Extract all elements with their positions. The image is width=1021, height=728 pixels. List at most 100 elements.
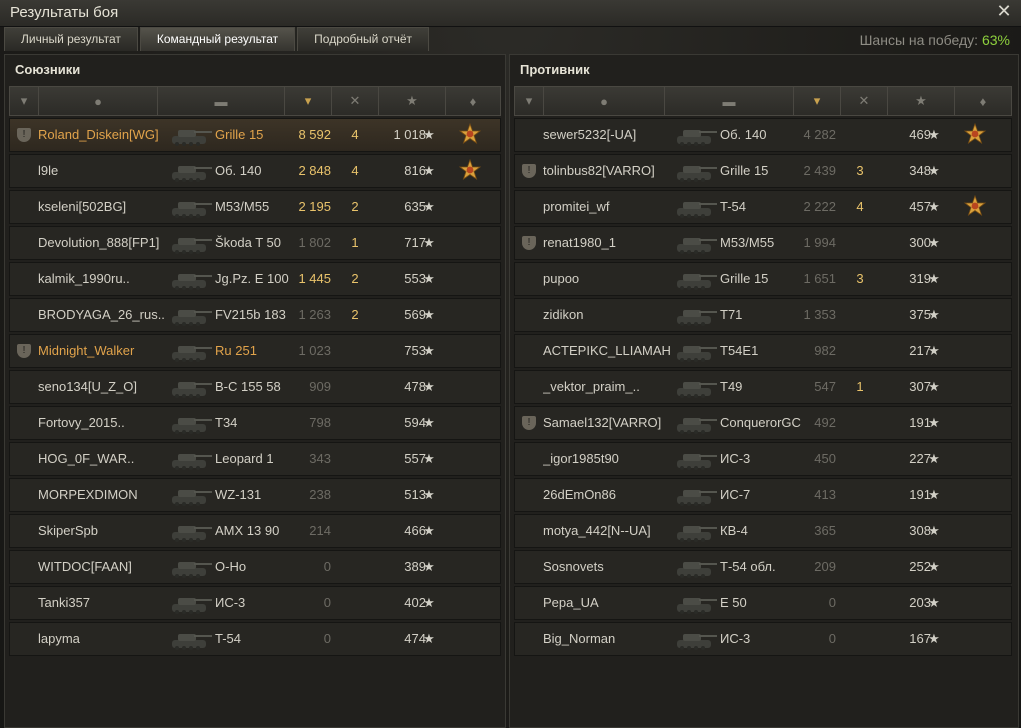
player-name[interactable]: seno134[U_Z_O] — [38, 371, 168, 403]
damage-value: 0 — [828, 631, 836, 646]
player-name[interactable]: MORPEXDIMON — [38, 479, 168, 511]
star-icon: ★ — [423, 235, 435, 250]
medal-icon[interactable] — [458, 122, 482, 147]
sort-squad-icon[interactable]: ▾ — [10, 87, 39, 115]
player-name[interactable]: pupoo — [543, 263, 673, 295]
player-row[interactable]: lapyma T-54 0 474 ★ — [9, 622, 501, 656]
xp-value: 217 — [909, 343, 931, 358]
player-row[interactable]: motya_442[N--UA] КВ-4 365 308 ★ — [514, 514, 1012, 548]
player-row[interactable]: zidikon T71 1 353 375 ★ — [514, 298, 1012, 332]
player-row[interactable]: Tanki357 ИС-3 0 402 ★ — [9, 586, 501, 620]
player-row[interactable]: sewer5232[-UA] Об. 140 4 282 469 ★ — [514, 118, 1012, 152]
sort-medals-icon[interactable]: ♦ — [446, 87, 500, 115]
player-row[interactable]: Fortovy_2015.. T34 798 594 ★ — [9, 406, 501, 440]
player-row[interactable]: pupoo Grille 15 1 651 3 319 ★ — [514, 262, 1012, 296]
player-row[interactable]: promitei_wf T-54 2 222 4 457 ★ — [514, 190, 1012, 224]
player-name[interactable]: Sosnovets — [543, 551, 673, 583]
player-name[interactable]: BRODYAGA_26_rus.. — [38, 299, 168, 331]
tab-detailed-report[interactable]: Подробный отчёт — [297, 27, 430, 51]
player-row[interactable]: ! Midnight_Walker Ru 251 1 023 753 ★ — [9, 334, 501, 368]
sort-kills-icon[interactable]: ✕ — [332, 87, 379, 115]
sort-xp-icon[interactable]: ★ — [888, 87, 955, 115]
sort-player-icon[interactable]: ● — [544, 87, 665, 115]
player-row[interactable]: ! renat1980_1 M53/M55 1 994 300 ★ — [514, 226, 1012, 260]
medal-icon[interactable] — [963, 122, 987, 147]
player-row[interactable]: Sosnovets Т-54 обл. 209 252 ★ — [514, 550, 1012, 584]
tank-icon — [673, 194, 719, 220]
close-icon[interactable]: ✕ — [995, 2, 1013, 20]
player-name[interactable]: Roland_Diskein[WG] — [38, 119, 168, 151]
sort-damage-icon[interactable]: ▾ — [285, 87, 332, 115]
sort-medals-icon[interactable]: ♦ — [955, 87, 1011, 115]
player-row[interactable]: 26dEmOn86 ИС-7 413 191 ★ — [514, 478, 1012, 512]
player-name[interactable]: ACTEPIKC_LLIAMAH — [543, 335, 673, 367]
player-row[interactable]: Devolution_888[FP1] Škoda T 50 1 802 1 717 ★ — [9, 226, 501, 260]
player-row[interactable]: ! tolinbus82[VARRO] Grille 15 2 439 3 348 ★ — [514, 154, 1012, 188]
medal-icon[interactable] — [458, 158, 482, 183]
xp-value: 191 — [909, 487, 931, 502]
player-name[interactable]: Samael132[VARRO] — [543, 407, 673, 439]
player-name[interactable]: Pepa_UA — [543, 587, 673, 619]
player-row[interactable]: kalmik_1990ru.. Jg.Pz. E 100 1 445 2 553 ★ — [9, 262, 501, 296]
sort-damage-icon[interactable]: ▾ — [794, 87, 841, 115]
player-name[interactable]: Devolution_888[FP1] — [38, 227, 168, 259]
player-row[interactable]: l9le Об. 140 2 848 4 816 ★ — [9, 154, 501, 188]
player-row[interactable]: ACTEPIKC_LLIAMAH T54E1 982 217 ★ — [514, 334, 1012, 368]
player-name[interactable]: SkiperSpb — [38, 515, 168, 547]
player-name[interactable]: l9le — [38, 155, 168, 187]
player-row[interactable]: HOG_0F_WAR.. Leopard 1 343 557 ★ — [9, 442, 501, 476]
player-name[interactable]: Big_Norman — [543, 623, 673, 655]
player-row[interactable]: SkiperSpb AMX 13 90 214 466 ★ — [9, 514, 501, 548]
damage-value: 1 353 — [803, 307, 836, 322]
player-name[interactable]: kseleni[502BG] — [38, 191, 168, 223]
player-row[interactable]: Pepa_UA E 50 0 203 ★ — [514, 586, 1012, 620]
player-row[interactable]: ! Roland_Diskein[WG] Grille 15 8 592 4 1 018 ★ — [9, 118, 501, 152]
sort-vehicle-icon[interactable]: ▬ — [665, 87, 794, 115]
allies-title: Союзники — [15, 62, 81, 77]
player-name[interactable]: promitei_wf — [543, 191, 673, 223]
player-row[interactable]: seno134[U_Z_O] B-C 155 58 909 478 ★ — [9, 370, 501, 404]
sort-vehicle-icon[interactable]: ▬ — [158, 87, 285, 115]
player-row[interactable]: kseleni[502BG] M53/M55 2 195 2 635 ★ — [9, 190, 501, 224]
player-name[interactable]: sewer5232[-UA] — [543, 119, 673, 151]
win-chance-value: 63% — [981, 32, 1010, 48]
player-row[interactable]: _vektor_praim_.. T49 547 1 307 ★ — [514, 370, 1012, 404]
tank-icon — [673, 230, 719, 256]
medal-icon[interactable] — [963, 194, 987, 219]
player-name[interactable]: renat1980_1 — [543, 227, 673, 259]
player-row[interactable]: MORPEXDIMON WZ-131 238 513 ★ — [9, 478, 501, 512]
player-name[interactable]: lapyma — [38, 623, 168, 655]
tab-team-result[interactable]: Командный результат — [139, 27, 296, 51]
player-name[interactable]: tolinbus82[VARRO] — [543, 155, 673, 187]
tab-personal-result[interactable]: Личный результат — [4, 27, 138, 51]
enemy-panel: Противник ▾ ● ▬ ▾ ✕ ★ ♦ sewer5232[-UA] Об… — [509, 54, 1019, 728]
player-name[interactable]: zidikon — [543, 299, 673, 331]
star-icon: ★ — [928, 631, 940, 646]
player-row[interactable]: Big_Norman ИС-3 0 167 ★ — [514, 622, 1012, 656]
damage-value: 214 — [309, 523, 331, 538]
tank-icon — [168, 122, 214, 148]
player-row[interactable]: ! Samael132[VARRO] ConquerorGC 492 191 ★ — [514, 406, 1012, 440]
player-name[interactable]: _igor1985t90 — [543, 443, 673, 475]
sort-xp-icon[interactable]: ★ — [379, 87, 446, 115]
kills-value — [845, 443, 875, 475]
kills-value — [340, 443, 370, 475]
sort-kills-icon[interactable]: ✕ — [841, 87, 888, 115]
kills-value: 4 — [351, 163, 359, 178]
player-row[interactable]: BRODYAGA_26_rus.. FV215b 183 1 263 2 569 ★ — [9, 298, 501, 332]
player-name[interactable]: kalmik_1990ru.. — [38, 263, 168, 295]
kills-value — [845, 587, 875, 619]
player-name[interactable]: Tanki357 — [38, 587, 168, 619]
sort-player-icon[interactable]: ● — [39, 87, 158, 115]
player-name[interactable]: HOG_0F_WAR.. — [38, 443, 168, 475]
player-name[interactable]: motya_442[N--UA] — [543, 515, 673, 547]
player-name[interactable]: WITDOC[FAAN] — [38, 551, 168, 583]
player-name[interactable]: _vektor_praim_.. — [543, 371, 673, 403]
player-name[interactable]: 26dEmOn86 — [543, 479, 673, 511]
player-name[interactable]: Fortovy_2015.. — [38, 407, 168, 439]
player-row[interactable]: WITDOC[FAAN] O-Ho 0 389 ★ — [9, 550, 501, 584]
player-name[interactable]: Midnight_Walker — [38, 335, 168, 367]
player-row[interactable]: _igor1985t90 ИС-3 450 227 ★ — [514, 442, 1012, 476]
sort-squad-icon[interactable]: ▾ — [515, 87, 544, 115]
star-icon: ★ — [423, 343, 435, 358]
